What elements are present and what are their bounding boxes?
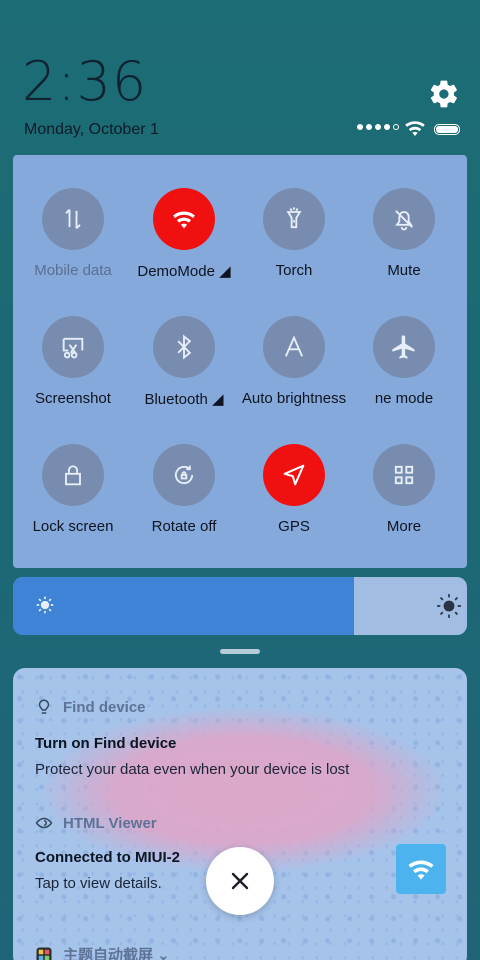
tile-label: Screenshot [35,390,111,407]
tile-label: Bluetooth ◢ [144,391,224,408]
tile-label: Mobile data [34,262,112,279]
tile-label: Lock screen [32,518,114,535]
notification-text: Protect your data even when your device … [35,761,350,778]
wifi-icon [153,188,215,250]
tile-more[interactable]: More [344,444,464,535]
brightness-high-icon [437,594,461,618]
drag-handle[interactable] [220,649,260,654]
auto-brightness-icon [263,316,325,378]
wifi-status-icon [405,121,425,136]
tile-screenshot[interactable]: Screenshot [13,316,133,407]
notification-app-name: Find device [63,698,146,716]
location-arrow-icon [263,444,325,506]
tile-label: Rotate off [151,518,217,535]
bell-off-icon [373,188,435,250]
close-button[interactable] [206,847,274,915]
tile-label: ne mode [374,390,434,407]
theme-screenshot-app-icon [36,947,52,960]
notification-app-name: 主题自动截屏 ⌄ [63,947,170,960]
date-label[interactable]: Monday, October 1 [24,121,159,139]
tile-label: Mute [387,262,421,279]
brightness-slider[interactable] [13,577,467,635]
tile-torch[interactable]: Torch [234,188,354,279]
rotate-lock-icon [153,444,215,506]
tile-airplane-mode[interactable]: ne mode [344,316,464,407]
notification-app-header: 主题自动截屏 ⌄ [35,944,170,960]
grid-icon [373,444,435,506]
quick-settings-panel: Mobile data DemoMode ◢ Torch Mute Screen… [13,155,467,568]
tile-lock-screen[interactable]: Lock screen [13,444,133,535]
tile-label: More [386,518,422,535]
eye-icon [35,817,53,829]
tile-rotate[interactable]: Rotate off [124,444,244,535]
clock[interactable]: 2:36 [22,52,147,112]
status-header: 2:36 Monday, October 1 [0,0,480,150]
tile-label: GPS [278,518,310,535]
notification-app-header: Find device [35,698,146,716]
find-device-icon [38,699,50,714]
notification-title: Connected to MIUI-2 [35,849,180,866]
brightness-fill [13,577,354,635]
close-icon [231,872,249,890]
mobile-data-icon [42,188,104,250]
flashlight-icon [263,188,325,250]
notification-card[interactable]: Find device Turn on Find device Protect … [13,668,467,960]
screenshot-icon [42,316,104,378]
notification-app-name: HTML Viewer [63,814,157,832]
tile-label: Torch [275,262,313,279]
lock-icon [42,444,104,506]
notification-text: Tap to view details. [35,875,162,892]
tile-mobile-data[interactable]: Mobile data [13,188,133,279]
battery-icon [434,124,460,135]
tile-auto-brightness[interactable]: Auto brightness [234,316,354,407]
brightness-low-icon [36,596,54,614]
tile-bluetooth[interactable]: Bluetooth ◢ [124,316,244,408]
tile-gps[interactable]: GPS [234,444,354,535]
tile-demomode[interactable]: DemoMode ◢ [124,188,244,280]
bluetooth-icon [153,316,215,378]
wifi-notification-icon [396,844,446,894]
tile-label: Auto brightness [241,390,347,407]
tile-mute[interactable]: Mute [344,188,464,279]
notification-title: Turn on Find device [35,735,177,752]
gear-icon[interactable] [428,78,460,110]
airplane-icon [373,316,435,378]
signal-strength-icon [357,124,399,130]
notification-app-header: HTML Viewer [35,814,157,832]
tile-label: DemoMode ◢ [137,263,231,280]
